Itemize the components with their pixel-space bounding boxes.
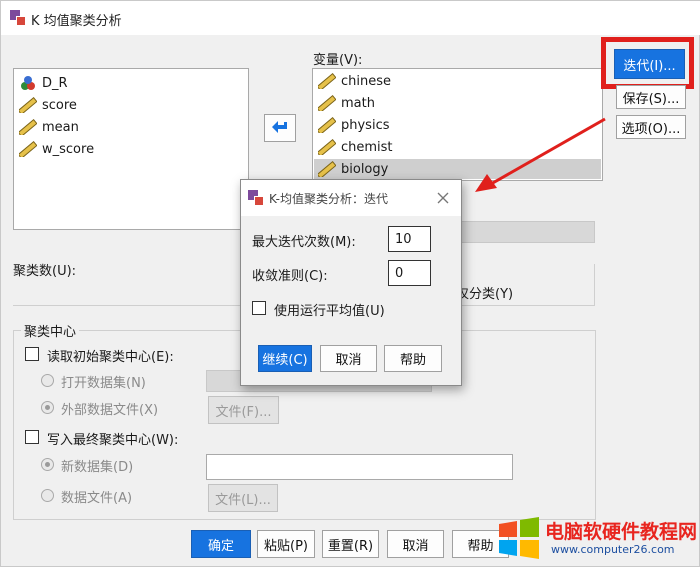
open-dataset-label: 打开数据集(N): [61, 376, 146, 391]
ruler-icon: [19, 141, 37, 157]
list-item-label: mean: [42, 119, 79, 135]
list-item[interactable]: score: [19, 95, 77, 115]
iterate-dialog: K-均值聚类分析：迭代 最大迭代次数(M): 10 收敛准则(C): 0 使用运…: [240, 179, 462, 386]
classify-only-label[interactable]: 仅分类(Y): [456, 283, 513, 302]
data-file-label: 数据文件(A): [61, 491, 133, 506]
watermark-logo: 电脑软硬件教程网 www.computer26.com: [497, 514, 700, 567]
read-initial-label: 读取初始聚类中心(E):: [47, 350, 174, 365]
iterate-dialog-titlebar: K-均值聚类分析：迭代: [241, 180, 461, 216]
list-item-label: D_R: [42, 75, 68, 91]
variables-label: 变量(V):: [313, 53, 363, 68]
cancel-button[interactable]: 取消: [387, 530, 444, 558]
running-mean-checkbox[interactable]: [252, 301, 266, 315]
close-icon[interactable]: [437, 192, 449, 204]
move-variable-button[interactable]: [264, 114, 296, 142]
list-item-label: physics: [341, 117, 390, 133]
convergence-label: 收敛准则(C):: [252, 269, 328, 284]
list-item[interactable]: physics: [318, 115, 390, 135]
external-file-label: 外部数据文件(X): [61, 403, 159, 418]
write-final-label: 写入最终聚类中心(W):: [47, 433, 179, 448]
ruler-icon: [19, 119, 37, 135]
list-item-label: w_score: [42, 141, 95, 157]
dialog-cancel-button[interactable]: 取消: [320, 345, 377, 372]
list-item[interactable]: mean: [19, 117, 79, 137]
iterate-dialog-title: K-均值聚类分析：迭代: [269, 192, 388, 206]
case-label-field[interactable]: [449, 221, 595, 243]
new-dataset-radio[interactable]: [41, 458, 54, 471]
source-variable-list[interactable]: D_R score mean w_score: [13, 68, 249, 230]
ruler-icon: [318, 139, 336, 155]
list-item[interactable]: D_R: [19, 73, 68, 93]
list-item[interactable]: chinese: [318, 71, 391, 91]
new-dataset-name-input[interactable]: [206, 454, 513, 480]
open-dataset-radio[interactable]: [41, 374, 54, 387]
list-item[interactable]: chemist: [318, 137, 393, 157]
new-dataset-label: 新数据集(D): [61, 460, 134, 475]
spss-app-icon: [10, 10, 26, 26]
spss-app-icon: [248, 190, 264, 206]
file-button[interactable]: 文件(F)...: [208, 396, 279, 424]
reset-button[interactable]: 重置(R): [322, 530, 379, 558]
ruler-icon: [318, 161, 336, 177]
list-item-label: chemist: [341, 139, 393, 155]
write-final-checkbox[interactable]: [25, 430, 39, 444]
ok-button[interactable]: 确定: [191, 530, 251, 558]
ruler-icon: [318, 95, 336, 111]
windows-logo-icon: [499, 517, 539, 559]
cluster-centers-title: 聚类中心: [21, 321, 80, 340]
file-button-2[interactable]: 文件(L)...: [208, 484, 278, 512]
list-item[interactable]: math: [318, 93, 375, 113]
save-button[interactable]: 保存(S)...: [616, 85, 686, 109]
list-item-label: chinese: [341, 73, 392, 89]
ruler-icon: [318, 73, 336, 89]
ruler-icon: [318, 117, 336, 133]
options-button[interactable]: 选项(O)...: [616, 115, 686, 139]
list-item-label: math: [341, 95, 375, 111]
paste-button[interactable]: 粘贴(P): [257, 530, 315, 558]
ruler-icon: [19, 97, 37, 113]
red-arrow-annotation: [475, 117, 606, 192]
dialog-help-button[interactable]: 帮助: [384, 345, 442, 372]
data-file-radio[interactable]: [41, 489, 54, 502]
window-title: K 均值聚类分析: [31, 14, 122, 29]
external-file-radio[interactable]: [41, 401, 54, 414]
title-bar: K 均值聚类分析: [1, 1, 700, 35]
max-iterations-input[interactable]: 10: [388, 226, 431, 252]
highlight-frame: [601, 37, 694, 89]
list-item-label: biology: [341, 161, 389, 177]
convergence-input[interactable]: 0: [388, 260, 431, 286]
max-iterations-label: 最大迭代次数(M):: [252, 235, 356, 250]
list-item[interactable]: w_score: [19, 139, 94, 159]
continue-button[interactable]: 继续(C): [258, 345, 312, 372]
watermark-brand: 电脑软硬件教程网: [545, 521, 698, 543]
list-item-label: score: [42, 97, 77, 113]
watermark-url: www.computer26.com: [551, 543, 675, 556]
running-mean-label: 使用运行平均值(U): [274, 304, 385, 319]
read-initial-checkbox[interactable]: [25, 347, 39, 361]
nominal-variable-icon: [21, 76, 35, 90]
arrow-left-icon: [272, 121, 287, 133]
